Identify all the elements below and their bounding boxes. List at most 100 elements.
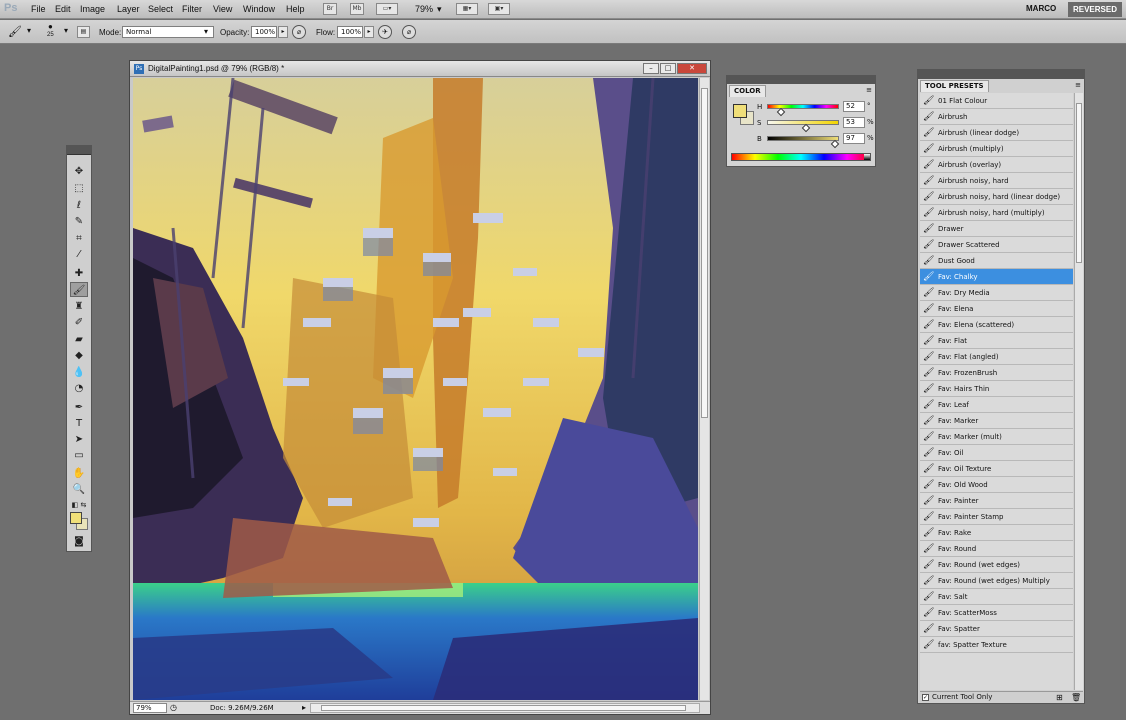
- list-item[interactable]: 🖌 Airbrush: [920, 109, 1073, 125]
- brightness-slider[interactable]: [767, 136, 840, 149]
- pressure-size-icon[interactable]: ⌀: [402, 25, 416, 39]
- opacity-input[interactable]: 100%: [251, 26, 277, 38]
- rectangle-tool-icon[interactable]: ▭: [70, 448, 88, 463]
- new-preset-icon[interactable]: ⊞: [1056, 693, 1063, 702]
- zoom-field[interactable]: 79%: [133, 703, 167, 713]
- saturation-slider-knob[interactable]: [801, 123, 811, 133]
- list-item[interactable]: 🖌 Fav: Elena: [920, 301, 1073, 317]
- swap-colors-icon[interactable]: ◧ ⇆: [70, 498, 88, 513]
- workspace-reversed[interactable]: REVERSED: [1068, 2, 1122, 17]
- menu-select[interactable]: Select: [148, 4, 173, 14]
- scrollbar-thumb[interactable]: [1076, 103, 1082, 263]
- document-horizontal-scrollbar[interactable]: [310, 703, 700, 713]
- list-item[interactable]: 🖌 Drawer: [920, 221, 1073, 237]
- list-item[interactable]: 🖌 Fav: Marker: [920, 413, 1073, 429]
- menu-edit[interactable]: Edit: [55, 4, 71, 14]
- list-item[interactable]: 🖌 Fav: Flat: [920, 333, 1073, 349]
- crop-tool-icon[interactable]: ⌗: [70, 231, 88, 246]
- chevron-down-icon[interactable]: ▾: [27, 26, 31, 35]
- list-item[interactable]: 🖌 Fav: FrozenBrush: [920, 365, 1073, 381]
- pen-tool-icon[interactable]: ✒: [70, 400, 88, 415]
- list-item[interactable]: 🖌 Fav: Salt: [920, 589, 1073, 605]
- list-item[interactable]: 🖌 Airbrush noisy, hard (multiply): [920, 205, 1073, 221]
- list-item[interactable]: 🖌 Fav: Elena (scattered): [920, 317, 1073, 333]
- workspace-marco[interactable]: MARCO: [1026, 4, 1056, 13]
- brightness-input[interactable]: 97: [843, 133, 865, 144]
- menu-window[interactable]: Window: [243, 4, 275, 14]
- tool-presets-scrollbar[interactable]: [1074, 93, 1083, 690]
- black-white-swatch[interactable]: [864, 154, 870, 160]
- scrollbar-thumb[interactable]: [321, 705, 686, 711]
- list-item[interactable]: 🖌 Airbrush (multiply): [920, 141, 1073, 157]
- list-item[interactable]: 🖌 Fav: Round (wet edges) Multiply: [920, 573, 1073, 589]
- list-item[interactable]: 🖌 Fav: Chalky: [920, 269, 1073, 285]
- document-title-bar[interactable]: Ps DigitalPainting1.psd @ 79% (RGB/8) * …: [130, 61, 710, 77]
- foreground-color-swatch[interactable]: [70, 512, 82, 524]
- maximize-icon[interactable]: □: [660, 63, 676, 74]
- menu-layer[interactable]: Layer: [117, 4, 140, 14]
- list-item[interactable]: 🖌 Airbrush noisy, hard (linear dodge): [920, 189, 1073, 205]
- history-brush-tool-icon[interactable]: ✐: [70, 315, 88, 330]
- chevron-down-icon[interactable]: ▾: [437, 4, 442, 15]
- status-menu-arrow-icon[interactable]: ▸: [302, 703, 306, 712]
- saturation-input[interactable]: 53: [843, 117, 865, 128]
- tools-panel-header[interactable]: [67, 146, 91, 155]
- list-item[interactable]: 🖌 Airbrush (linear dodge): [920, 125, 1073, 141]
- menu-image[interactable]: Image: [80, 4, 105, 14]
- menu-file[interactable]: File: [31, 4, 46, 14]
- list-item[interactable]: 🖌 Fav: Dry Media: [920, 285, 1073, 301]
- type-tool-icon[interactable]: T: [70, 416, 88, 431]
- current-tool-only-checkbox[interactable]: ✓: [922, 694, 929, 701]
- minimize-icon[interactable]: –: [643, 63, 659, 74]
- list-item[interactable]: 🖌 Fav: Rake: [920, 525, 1073, 541]
- list-item[interactable]: 🖌 Fav: Round (wet edges): [920, 557, 1073, 573]
- saturation-slider[interactable]: [767, 120, 839, 133]
- lasso-tool-icon[interactable]: ℓ: [70, 198, 88, 213]
- healing-brush-tool-icon[interactable]: ✚: [70, 266, 88, 281]
- list-item[interactable]: 🖌 Dust Good: [920, 253, 1073, 269]
- color-panel-header[interactable]: [727, 76, 875, 84]
- document-vertical-scrollbar[interactable]: [699, 78, 709, 700]
- painting-canvas[interactable]: [133, 78, 698, 700]
- quick-mask-icon[interactable]: ◙: [70, 534, 88, 549]
- scrollbar-thumb[interactable]: [701, 88, 708, 418]
- eraser-tool-icon[interactable]: ▰: [70, 332, 88, 347]
- brush-panel-toggle-icon[interactable]: ▤: [77, 26, 90, 38]
- bridge-button[interactable]: Br: [323, 3, 337, 15]
- paint-bucket-tool-icon[interactable]: ◆: [70, 348, 88, 363]
- tab-color[interactable]: COLOR: [729, 85, 766, 97]
- brush-tool-icon[interactable]: 🖌: [8, 25, 22, 38]
- mini-bridge-button[interactable]: Mb: [350, 3, 364, 15]
- list-item[interactable]: 🖌 Drawer Scattered: [920, 237, 1073, 253]
- zoom-tool-icon[interactable]: 🔍: [70, 482, 88, 497]
- list-item[interactable]: 🖌 Fav: Round: [920, 541, 1073, 557]
- menu-help[interactable]: Help: [286, 4, 305, 14]
- tool-presets-header[interactable]: [918, 70, 1084, 79]
- status-info-icon[interactable]: ◷: [170, 703, 177, 712]
- menu-filter[interactable]: Filter: [182, 4, 202, 14]
- delete-preset-icon[interactable]: 🗑: [1071, 693, 1081, 702]
- screen-mode-toggle-icon[interactable]: ▣▾: [488, 3, 510, 15]
- panel-menu-icon[interactable]: ≡: [866, 86, 872, 94]
- color-spectrum-bar[interactable]: [731, 153, 871, 161]
- list-item[interactable]: 🖌 Fav: Painter Stamp: [920, 509, 1073, 525]
- list-item[interactable]: 🖌 Fav: Oil: [920, 445, 1073, 461]
- list-item[interactable]: 🖌 Fav: Old Wood: [920, 477, 1073, 493]
- move-tool-icon[interactable]: ✥: [70, 164, 88, 179]
- dodge-tool-icon[interactable]: ◔: [70, 381, 88, 396]
- list-item[interactable]: 🖌 Fav: Marker (mult): [920, 429, 1073, 445]
- list-item[interactable]: 🖌 Fav: ScatterMoss: [920, 605, 1073, 621]
- pressure-opacity-icon[interactable]: ⌀: [292, 25, 306, 39]
- eyedropper-tool-icon[interactable]: ⁄: [70, 247, 88, 262]
- list-item[interactable]: 🖌 Fav: Spatter: [920, 621, 1073, 637]
- foreground-color-swatch[interactable]: [733, 104, 747, 118]
- list-item[interactable]: 🖌 Fav: Oil Texture: [920, 461, 1073, 477]
- list-item[interactable]: 🖌 01 Flat Colour: [920, 93, 1073, 109]
- zoom-level-menu[interactable]: 79%: [415, 4, 433, 14]
- flow-input[interactable]: 100%: [337, 26, 363, 38]
- list-item[interactable]: 🖌 Fav: Flat (angled): [920, 349, 1073, 365]
- arrange-documents-icon[interactable]: ▦▾: [456, 3, 478, 15]
- flow-slider-toggle[interactable]: ▸: [364, 26, 374, 38]
- close-icon[interactable]: ✕: [677, 63, 707, 74]
- clone-stamp-tool-icon[interactable]: ♜: [70, 299, 88, 314]
